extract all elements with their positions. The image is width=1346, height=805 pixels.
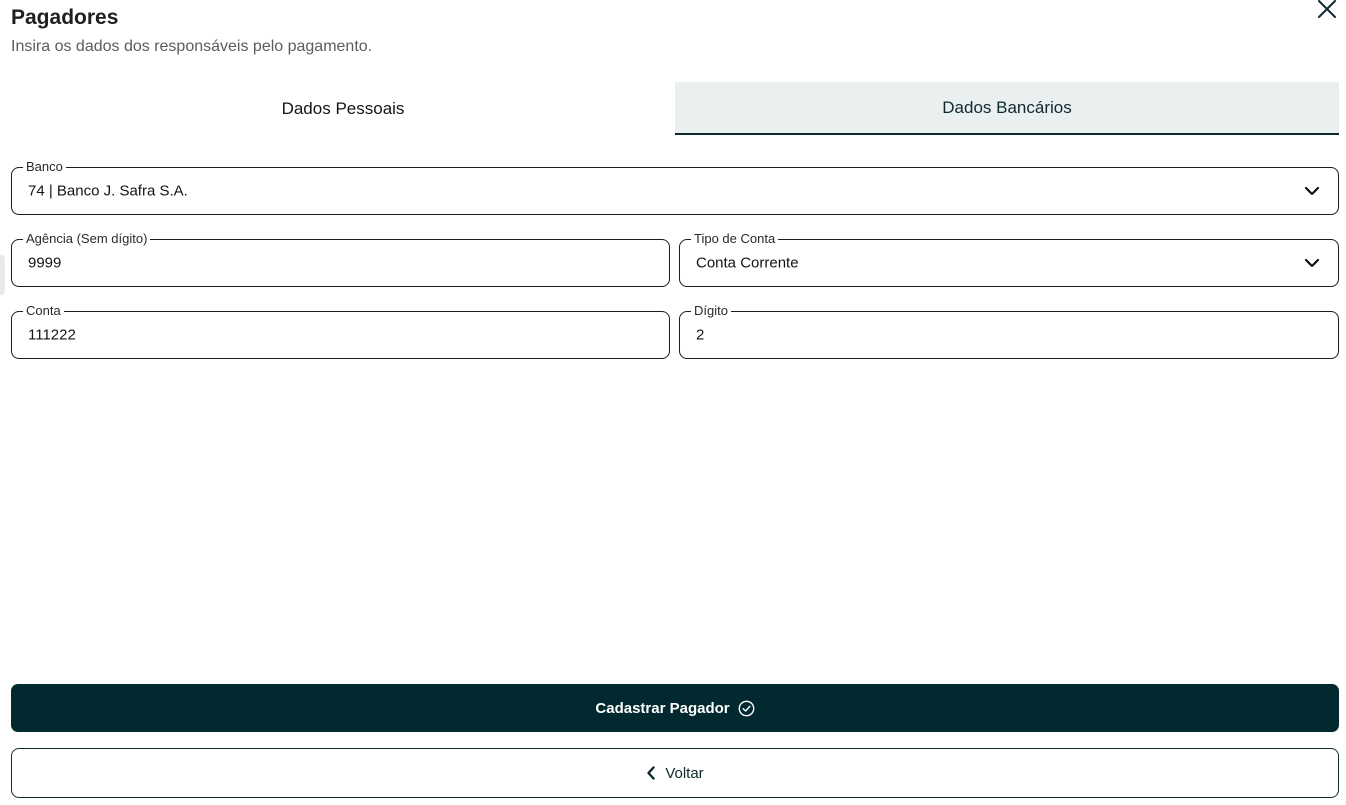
side-handle — [0, 255, 5, 295]
banco-label: Banco — [23, 159, 66, 175]
check-circle-icon — [738, 700, 755, 716]
tab-bar: Dados Pessoais Dados Bancários — [11, 82, 1339, 135]
voltar-button[interactable]: Voltar — [11, 748, 1339, 798]
chevron-left-icon — [647, 766, 656, 780]
banco-value: 74 | Banco J. Safra S.A. — [28, 182, 188, 200]
tipo-conta-label: Tipo de Conta — [691, 231, 779, 247]
chevron-down-icon — [1304, 186, 1320, 196]
agencia-label: Agência (Sem dígito) — [23, 231, 151, 247]
voltar-label: Voltar — [665, 764, 704, 782]
page-title: Pagadores — [11, 6, 119, 29]
cadastrar-pagador-button[interactable]: Cadastrar Pagador — [11, 684, 1339, 732]
close-icon — [1318, 0, 1336, 18]
digito-value: 2 — [696, 326, 705, 344]
tab-dados-pessoais[interactable]: Dados Pessoais — [11, 82, 675, 135]
digito-label: Dígito — [691, 303, 731, 319]
chevron-down-icon — [1304, 258, 1320, 268]
conta-field[interactable]: Conta 111222 — [11, 303, 670, 359]
conta-value: 111222 — [28, 326, 76, 344]
tipo-conta-select[interactable]: Tipo de Conta Conta Corrente — [679, 231, 1339, 287]
tipo-conta-value: Conta Corrente — [696, 254, 799, 272]
cadastrar-pagador-label: Cadastrar Pagador — [595, 699, 730, 717]
conta-label: Conta — [23, 303, 64, 319]
banco-select[interactable]: Banco 74 | Banco J. Safra S.A. — [11, 159, 1339, 215]
page-subtitle: Insira os dados dos responsáveis pelo pa… — [11, 38, 373, 55]
digito-field[interactable]: Dígito 2 — [679, 303, 1339, 359]
agencia-field[interactable]: Agência (Sem dígito) 9999 — [11, 231, 670, 287]
close-button[interactable] — [1316, 0, 1338, 18]
tab-dados-bancarios[interactable]: Dados Bancários — [675, 82, 1339, 135]
agencia-value: 9999 — [28, 254, 62, 272]
